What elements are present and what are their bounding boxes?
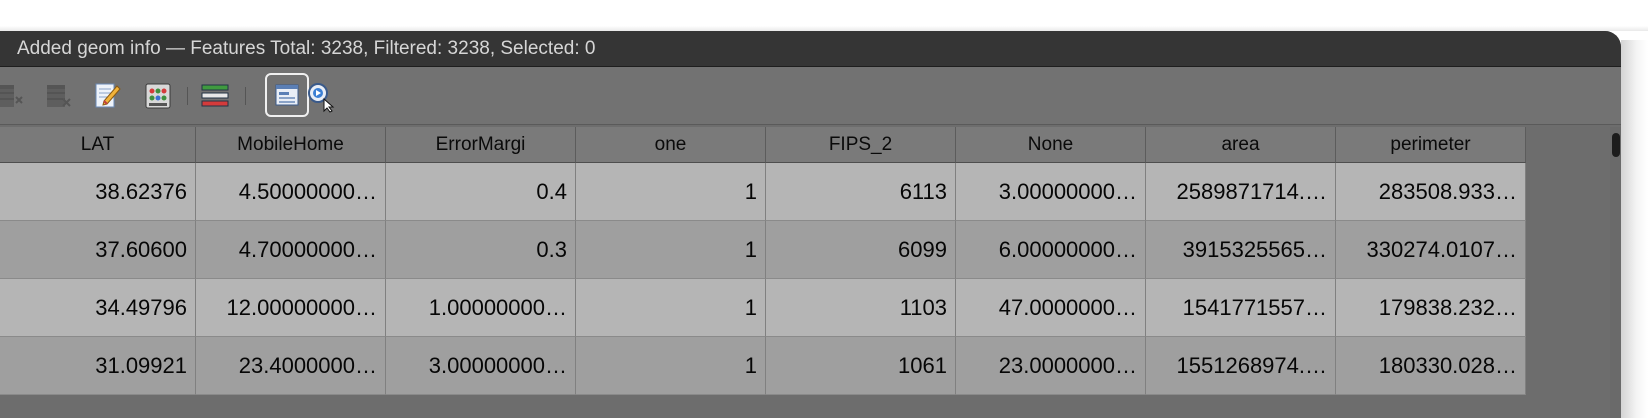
edit-pencil-icon[interactable] [93,81,123,111]
desktop-background [0,0,1648,31]
column-header-one[interactable]: one [576,127,766,163]
table-row[interactable]: 37.60600 4.70000000… 0.3 1 6099 6.000000… [0,221,1610,279]
table-cell[interactable]: 1 [576,279,766,337]
table-cell[interactable]: 1551268974.… [1146,337,1336,395]
delete-selected-icon[interactable] [45,81,75,111]
attribute-table-window: Added geom info — Features Total: 3238, … [0,31,1621,418]
table-cell[interactable]: 23.0000000… [956,337,1146,395]
column-header-errormargi[interactable]: ErrorMargi [386,127,576,163]
column-header-none[interactable]: None [956,127,1146,163]
table-cell[interactable]: 1103 [766,279,956,337]
column-header-area[interactable]: area [1146,127,1336,163]
table-cell[interactable]: 34.49796 [0,279,196,337]
attribute-table: LAT MobileHome ErrorMargi one FIPS_2 Non… [0,127,1610,418]
table-cell[interactable]: 12.00000000… [196,279,386,337]
scrollbar-thumb[interactable] [1612,133,1620,157]
table-cell[interactable]: 1541771557… [1146,279,1336,337]
table-cell[interactable]: 6.00000000… [956,221,1146,279]
table-cell[interactable]: 47.0000000… [956,279,1146,337]
table-cell[interactable]: 4.50000000… [196,163,386,221]
table-cell[interactable]: 6099 [766,221,956,279]
table-cell[interactable]: 31.09921 [0,337,196,395]
table-cell[interactable]: 38.62376 [0,163,196,221]
table-row[interactable]: 38.62376 4.50000000… 0.4 1 6113 3.000000… [0,163,1610,221]
window-title: Added geom info — Features Total: 3238, … [0,31,1621,67]
table-cell[interactable]: 3.00000000… [956,163,1146,221]
table-cell[interactable]: 1 [576,163,766,221]
table-row[interactable]: 31.09921 23.4000000… 3.00000000… 1 1061 … [0,337,1610,395]
table-cell[interactable]: 180330.028… [1336,337,1526,395]
table-cell[interactable]: 179838.232… [1336,279,1526,337]
table-cell[interactable]: 1 [576,337,766,395]
delete-field-icon[interactable] [0,81,30,111]
toolbar-separator [245,87,246,105]
table-cell[interactable]: 3.00000000… [386,337,576,395]
toolbar-separator [187,87,188,105]
table-cell[interactable]: 6113 [766,163,956,221]
form-view-icon[interactable] [265,73,309,117]
window-shadow [1621,40,1648,418]
column-header-mobilehome[interactable]: MobileHome [196,127,386,163]
table-cell[interactable]: 23.4000000… [196,337,386,395]
vertical-scrollbar[interactable] [1610,127,1621,418]
table-cell[interactable]: 4.70000000… [196,221,386,279]
column-header-lat[interactable]: LAT [0,127,196,163]
table-cell[interactable]: 283508.933… [1336,163,1526,221]
table-cell[interactable]: 1061 [766,337,956,395]
table-cell[interactable]: 2589871714.… [1146,163,1336,221]
attribute-toolbar [0,67,1621,125]
table-cell[interactable]: 3915325565… [1146,221,1336,279]
table-cell[interactable]: 330274.0107… [1336,221,1526,279]
conditional-formatting-icon[interactable] [200,81,230,111]
table-row[interactable]: 34.49796 12.00000000… 1.00000000… 1 1103… [0,279,1610,337]
table-cell[interactable]: 37.60600 [0,221,196,279]
table-cell[interactable]: 1 [576,221,766,279]
column-header-perimeter[interactable]: perimeter [1336,127,1526,163]
table-cell[interactable]: 0.4 [386,163,576,221]
field-calculator-icon[interactable] [143,81,173,111]
table-cell[interactable]: 1.00000000… [386,279,576,337]
zoom-to-selection-icon[interactable] [306,81,336,113]
table-header-row: LAT MobileHome ErrorMargi one FIPS_2 Non… [0,127,1610,163]
table-cell[interactable]: 0.3 [386,221,576,279]
column-header-fips-2[interactable]: FIPS_2 [766,127,956,163]
